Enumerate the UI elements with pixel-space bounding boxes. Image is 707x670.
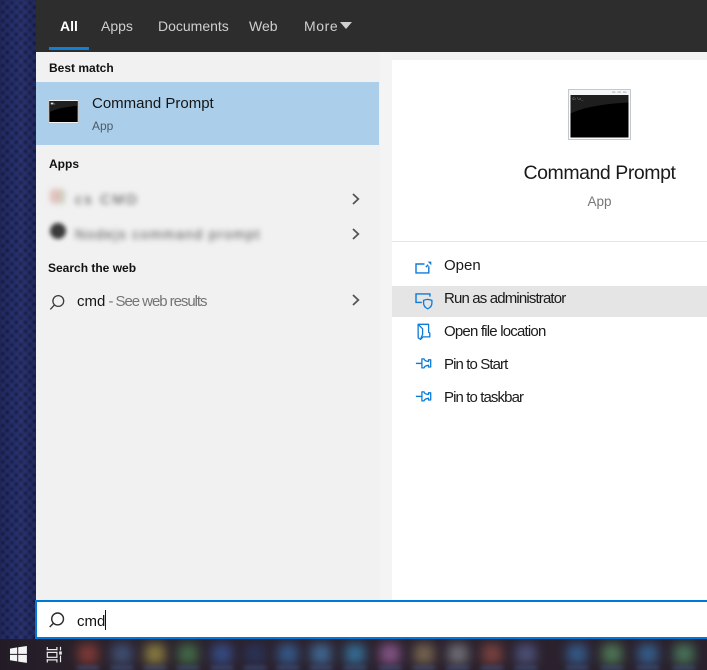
svg-text:C:\>_: C:\>_ [573,97,585,102]
